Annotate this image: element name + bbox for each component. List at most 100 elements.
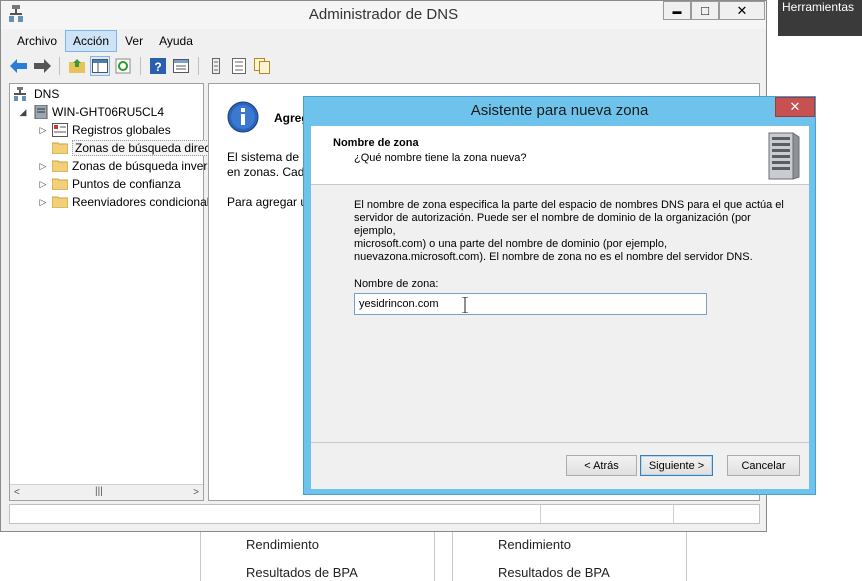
wizard-page-title: Nombre de zona xyxy=(333,137,419,149)
forward-button[interactable] xyxy=(32,56,52,76)
cancel-button[interactable]: Cancelar xyxy=(727,455,800,476)
status-divider xyxy=(540,505,541,523)
maximize-button[interactable]: □ xyxy=(691,1,719,20)
collapsed-arrow-icon[interactable]: ▷ xyxy=(38,161,48,172)
tree-label: WIN-GHT06RU5CL4 xyxy=(52,105,165,119)
help-icon: ? xyxy=(150,58,166,74)
tree-node-trust-points[interactable]: ▷ Puntos de confianza xyxy=(38,175,181,193)
menu-ver[interactable]: Ver xyxy=(117,30,151,52)
zone-name-description: El nombre de zona especifica la parte de… xyxy=(354,199,794,264)
tree-horizontal-scrollbar[interactable]: < ||| > xyxy=(10,484,203,500)
folder-icon xyxy=(52,142,68,154)
tree-label: DNS xyxy=(34,87,60,101)
description-line: El nombre de zona especifica la parte de… xyxy=(354,199,784,211)
refresh-button[interactable] xyxy=(113,56,133,76)
properties-icon xyxy=(173,59,189,73)
dialog-separator xyxy=(311,442,809,443)
scroll-left-icon[interactable]: < xyxy=(14,487,20,498)
zone-name-input[interactable] xyxy=(354,293,707,315)
wizard-header: Nombre de zona ¿Qué nombre tiene la zona… xyxy=(311,126,809,185)
status-divider xyxy=(673,505,674,523)
next-button[interactable]: Siguiente > xyxy=(640,455,713,476)
info-icon xyxy=(227,101,259,133)
copy-icon xyxy=(254,58,270,74)
svg-text:?: ? xyxy=(154,60,161,74)
back-button[interactable] xyxy=(9,56,29,76)
collapsed-arrow-icon[interactable]: ▷ xyxy=(38,125,48,136)
tree-label: Reenviadores condicionales xyxy=(72,195,223,209)
list-icon xyxy=(212,58,220,74)
dialog-title: Asistente para nueva zona xyxy=(470,102,649,119)
tree-node-server[interactable]: ◢ WIN-GHT06RU5CL4 xyxy=(18,103,164,121)
toolbar-separator xyxy=(140,57,141,75)
back-icon xyxy=(10,59,27,73)
tree-label: Zonas de búsqueda directa xyxy=(72,140,224,156)
description-line: servidor de autorización. Puede ser el n… xyxy=(354,212,751,237)
detail-icon xyxy=(232,58,246,74)
tree-node-reverse-zones[interactable]: ▷ Zonas de búsqueda inversa xyxy=(38,157,221,175)
title-bar[interactable]: Administrador de DNS ▬ □ ✕ xyxy=(1,1,766,29)
zone-name-label: Nombre de zona: xyxy=(354,278,439,290)
server-node-icon xyxy=(34,105,48,119)
scroll-thumb[interactable]: ||| xyxy=(95,486,103,497)
back-button[interactable]: < Atrás xyxy=(566,455,637,476)
up-folder-icon xyxy=(69,59,85,73)
toolbar: ? xyxy=(9,54,272,78)
close-icon: ✕ xyxy=(789,99,801,114)
description-line: microsoft.com) o una parte del nombre de… xyxy=(354,238,668,250)
toolbar-separator xyxy=(59,57,60,75)
window-title: Administrador de DNS xyxy=(308,6,459,23)
dialog-body: Nombre de zona ¿Qué nombre tiene la zona… xyxy=(311,126,809,489)
copy-button[interactable] xyxy=(252,56,272,76)
close-button[interactable]: ✕ xyxy=(719,1,765,20)
maximize-icon: □ xyxy=(701,3,709,18)
forward-icon xyxy=(34,59,51,73)
description-line: nuevazona.microsoft.com). El nombre de z… xyxy=(354,251,753,263)
collapsed-arrow-icon[interactable]: ▷ xyxy=(38,197,48,208)
folder-icon xyxy=(52,160,68,172)
tree-label: Puntos de confianza xyxy=(72,177,181,191)
menu-ayuda[interactable]: Ayuda xyxy=(151,30,201,52)
up-folder-button[interactable] xyxy=(67,56,87,76)
folder-icon xyxy=(52,178,68,190)
show-hide-tree-button[interactable] xyxy=(90,56,110,76)
minimize-icon: ▬ xyxy=(672,5,682,16)
tree-node-dns[interactable]: DNS xyxy=(14,85,59,103)
new-zone-wizard-dialog: Asistente para nueva zona ✕ Nombre de zo… xyxy=(303,96,816,495)
tree-node-conditional-forwarders[interactable]: ▷ Reenviadores condicionales xyxy=(38,193,223,211)
help-button[interactable]: ? xyxy=(148,56,168,76)
refresh-icon xyxy=(115,58,131,74)
dns-node-icon xyxy=(14,87,26,101)
detail-button[interactable] xyxy=(229,56,249,76)
server-icon xyxy=(768,132,800,180)
collapsed-arrow-icon[interactable]: ▷ xyxy=(38,179,48,190)
performance-link-1[interactable]: Rendimiento xyxy=(246,537,319,552)
tools-menu[interactable]: Herramientas xyxy=(778,0,862,36)
menu-accion[interactable]: Acción xyxy=(65,30,118,52)
scroll-right-icon[interactable]: > xyxy=(193,487,199,498)
tree-label: Zonas de búsqueda inversa xyxy=(72,159,221,173)
expanded-arrow-icon[interactable]: ◢ xyxy=(18,107,28,118)
text-cursor-icon xyxy=(462,297,468,313)
tree-label: Registros globales xyxy=(72,123,171,137)
dialog-close-button[interactable]: ✕ xyxy=(775,97,815,117)
toolbar-separator xyxy=(198,57,199,75)
list-button[interactable] xyxy=(206,56,226,76)
tree-node-global-records[interactable]: ▷ Registros globales xyxy=(38,121,171,139)
menu-archivo[interactable]: Archivo xyxy=(9,30,65,52)
tools-menu-label: Herramientas xyxy=(782,0,855,14)
console-tree: DNS ◢ WIN-GHT06RU5CL4 ▷ Registros global… xyxy=(9,83,224,501)
properties-button[interactable] xyxy=(171,56,191,76)
menu-bar: Archivo Acción Ver Ayuda xyxy=(9,30,201,52)
bpa-results-link-1[interactable]: Resultados de BPA xyxy=(246,565,358,580)
show-hide-tree-icon xyxy=(92,59,108,73)
status-bar xyxy=(9,504,760,524)
minimize-button[interactable]: ▬ xyxy=(663,1,691,20)
bpa-results-link-2[interactable]: Resultados de BPA xyxy=(498,565,610,580)
performance-link-2[interactable]: Rendimiento xyxy=(498,537,571,552)
wizard-page-subtitle: ¿Qué nombre tiene la zona nueva? xyxy=(354,152,527,164)
close-icon: ✕ xyxy=(736,2,748,18)
tree-node-forward-zones[interactable]: Zonas de búsqueda directa xyxy=(38,139,224,157)
records-icon xyxy=(52,123,68,137)
folder-icon xyxy=(52,196,68,208)
